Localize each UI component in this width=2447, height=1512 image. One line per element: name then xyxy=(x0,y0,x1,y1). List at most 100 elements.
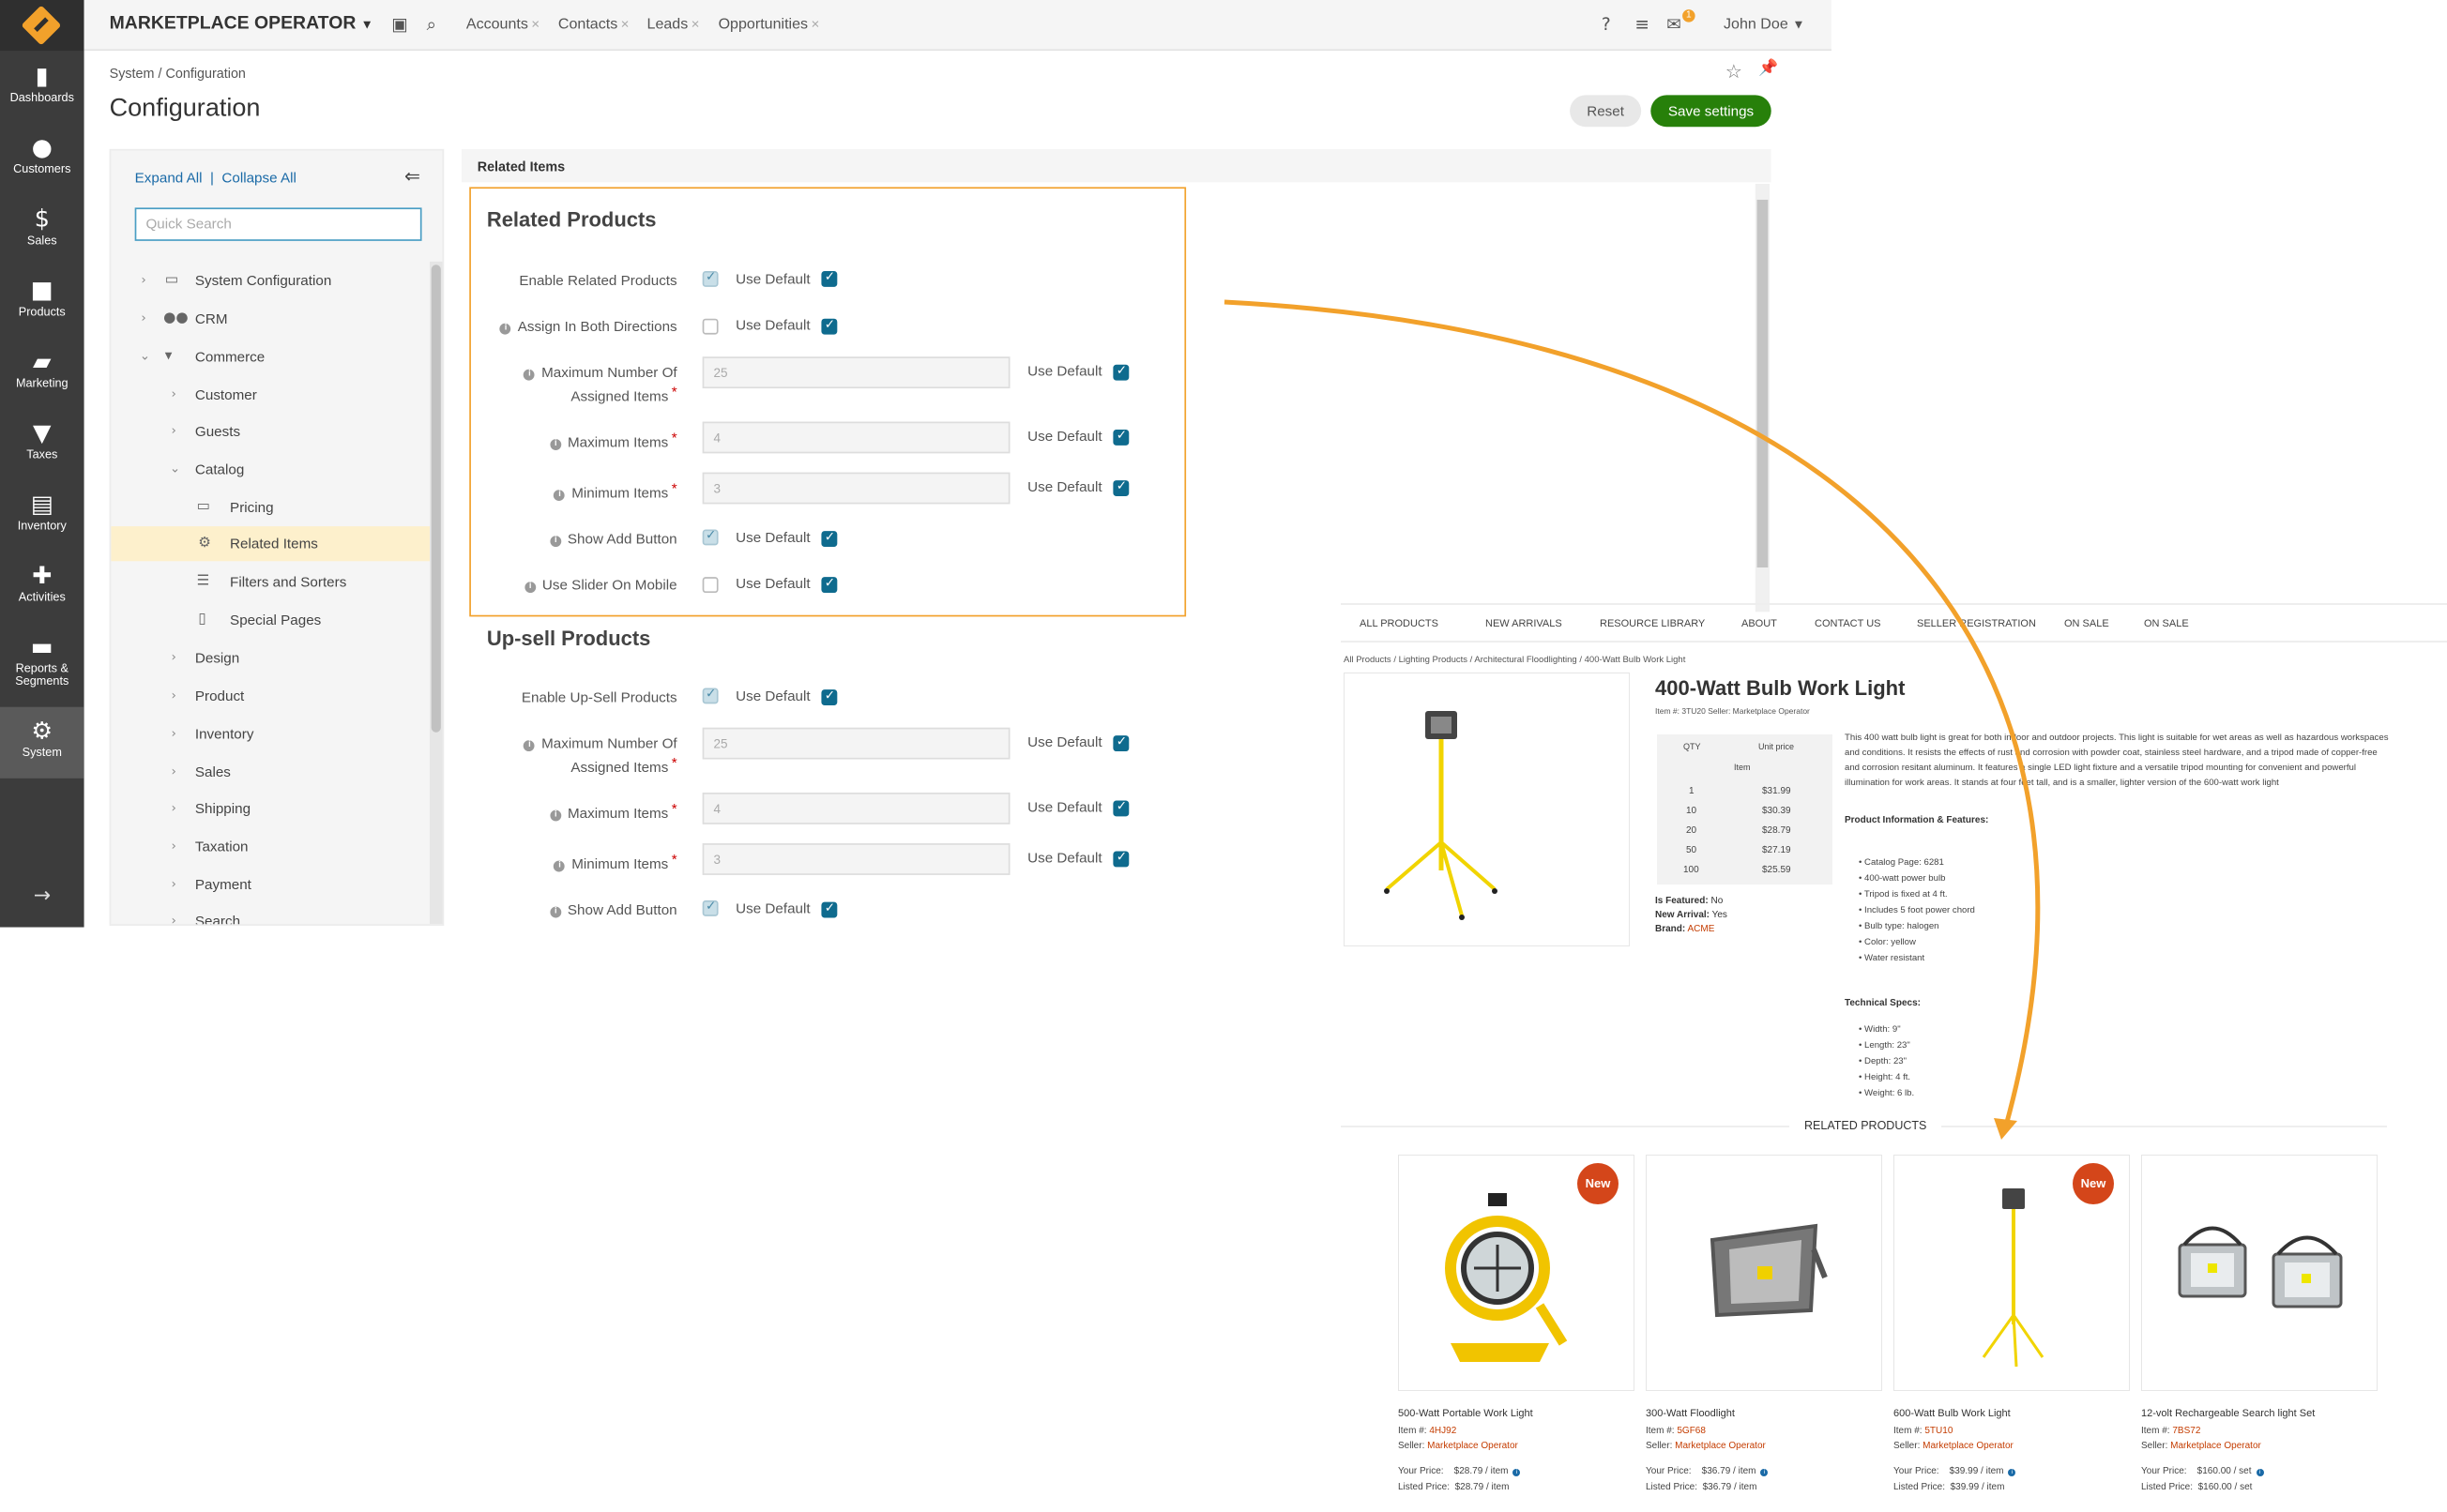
both-directions-checkbox[interactable] xyxy=(702,318,719,335)
use-default-checkbox[interactable] xyxy=(1113,478,1130,496)
star-icon[interactable]: ☆ xyxy=(1725,60,1742,83)
tab-accounts[interactable]: Accounts × xyxy=(466,16,540,34)
nav-inventory[interactable]: ▤ Inventory xyxy=(0,480,84,552)
tree-item-inventory[interactable]: › Inventory xyxy=(111,717,430,751)
store-nav-all-products[interactable]: ALL PRODUCTS xyxy=(1360,618,1438,629)
use-default-checkbox[interactable] xyxy=(821,900,838,918)
inventory-icon: ▤ xyxy=(30,490,53,519)
tree-item-taxation[interactable]: › Taxation xyxy=(111,829,430,864)
use-default-checkbox[interactable] xyxy=(1113,428,1130,446)
user-menu[interactable]: John Doe ▼ xyxy=(1724,16,1805,34)
enable-related-checkbox[interactable] xyxy=(702,269,719,287)
nav-activities[interactable]: ✚ Activities xyxy=(0,552,84,623)
enable-upsell-checkbox[interactable] xyxy=(702,687,719,704)
upsell-max-items-input[interactable]: 4 xyxy=(702,793,1011,824)
info-icon: i xyxy=(550,439,562,450)
tree-item-commerce[interactable]: ⌄ ▾ Commerce xyxy=(111,340,430,374)
mail-icon[interactable]: ✉ xyxy=(1666,14,1681,35)
tree-scrollbar[interactable] xyxy=(429,261,443,925)
min-items-input[interactable]: 3 xyxy=(702,472,1011,505)
tab-contacts[interactable]: Contacts × xyxy=(558,16,630,34)
store-nav-on-sale[interactable]: ON SALE xyxy=(2064,618,2109,629)
tree-item-product[interactable]: › Product xyxy=(111,678,430,713)
nav-marketing[interactable]: ▰ Marketing xyxy=(0,338,84,409)
use-default-checkbox[interactable] xyxy=(1113,850,1130,868)
menu-icon[interactable]: ≡ xyxy=(1634,14,1649,35)
tab-leads[interactable]: Leads × xyxy=(647,16,700,34)
related-product-seller: Seller: Marketplace Operator xyxy=(1893,1441,2014,1451)
related-product-image[interactable]: New xyxy=(1893,1155,2130,1391)
tree-item-search[interactable]: › Search xyxy=(111,903,430,924)
use-default-checkbox[interactable] xyxy=(821,317,838,335)
use-default-checkbox[interactable] xyxy=(821,688,838,706)
organization-switcher[interactable]: MARKETPLACE OPERATOR ▼ xyxy=(110,14,373,33)
use-default-checkbox[interactable] xyxy=(821,269,838,287)
collapse-sidebar-icon[interactable]: ⇐ xyxy=(404,165,420,188)
related-product-name[interactable]: 500-Watt Portable Work Light xyxy=(1398,1408,1533,1419)
max-items-input[interactable]: 4 xyxy=(702,421,1011,454)
nav-sales[interactable]: $ Sales xyxy=(0,195,84,266)
related-product-name[interactable]: 12-volt Rechargeable Search light Set xyxy=(2141,1408,2315,1419)
max-assigned-input[interactable]: 25 xyxy=(702,356,1011,389)
tree-item-pricing[interactable]: ▭ Pricing xyxy=(111,490,430,524)
related-product-image[interactable]: New xyxy=(1398,1155,1634,1391)
store-nav-about[interactable]: ABOUT xyxy=(1741,618,1777,629)
upsell-max-assigned-input[interactable]: 25 xyxy=(702,727,1011,760)
use-default-checkbox[interactable] xyxy=(1113,363,1130,381)
pin-icon[interactable]: 📌 xyxy=(1758,60,1778,78)
help-icon[interactable]: ? xyxy=(1602,14,1611,35)
show-add-checkbox[interactable] xyxy=(702,528,719,546)
brand-link[interactable]: ACME xyxy=(1687,924,1714,934)
collapse-all-link[interactable]: Collapse All xyxy=(221,170,296,186)
store-nav-on-sale-2[interactable]: ON SALE xyxy=(2144,618,2189,629)
reset-button[interactable]: Reset xyxy=(1570,95,1642,128)
tree-item-catalog[interactable]: ⌄ Catalog xyxy=(111,452,430,487)
nav-taxes[interactable]: ▼ Taxes xyxy=(0,409,84,480)
use-default-checkbox[interactable] xyxy=(1113,799,1130,817)
save-settings-button[interactable]: Save settings xyxy=(1650,95,1771,128)
related-product-image[interactable] xyxy=(2141,1155,2378,1391)
nav-system[interactable]: ⚙ System xyxy=(0,706,84,779)
use-default-checkbox[interactable] xyxy=(1113,733,1130,752)
product-image[interactable] xyxy=(1344,673,1630,946)
tree-item-guests[interactable]: › Guests xyxy=(111,414,430,448)
nav-dashboards[interactable]: ▮ Dashboards xyxy=(0,53,84,124)
expand-nav-icon[interactable]: → xyxy=(0,885,84,908)
related-product-name[interactable]: 300-Watt Floodlight xyxy=(1646,1408,1735,1419)
tree-item-sales[interactable]: › Sales xyxy=(111,754,430,789)
store-nav-contact-us[interactable]: CONTACT US xyxy=(1815,618,1881,629)
related-product-name[interactable]: 600-Watt Bulb Work Light xyxy=(1893,1408,2011,1419)
quick-search-input[interactable]: Quick Search xyxy=(134,207,422,241)
upsell-products-title: Up-sell Products xyxy=(486,626,651,650)
upsell-min-items-input[interactable]: 3 xyxy=(702,843,1011,875)
tab-opportunities[interactable]: Opportunities × xyxy=(719,16,820,34)
app-logo[interactable] xyxy=(0,0,84,52)
store-nav-resource-library[interactable]: RESOURCE LIBRARY xyxy=(1600,618,1705,629)
tree-item-customer[interactable]: › Customer xyxy=(111,377,430,412)
tree-item-system-configuration[interactable]: › ▭ System Configuration xyxy=(111,264,430,298)
slider-checkbox[interactable] xyxy=(702,577,719,594)
tree-item-crm[interactable]: › ●● CRM xyxy=(111,301,430,336)
nav-customers[interactable]: ● Customers xyxy=(0,124,84,195)
use-default-checkbox[interactable] xyxy=(821,529,838,548)
tree-item-design[interactable]: › Design xyxy=(111,641,430,675)
use-default-checkbox[interactable] xyxy=(821,575,838,594)
tree-item-payment[interactable]: › Payment xyxy=(111,867,430,901)
expand-all-link[interactable]: Expand All xyxy=(135,170,203,186)
image-icon[interactable]: ▣ xyxy=(391,14,408,35)
close-icon: × xyxy=(691,15,700,32)
search-icon[interactable]: ⌕ xyxy=(427,14,436,37)
tree-item-filters-and-sorters[interactable]: ☰ Filters and Sorters xyxy=(111,565,430,599)
store-nav-seller-registration[interactable]: SELLER REGISTRATION xyxy=(1917,618,2036,629)
store-nav-new-arrivals[interactable]: NEW ARRIVALS xyxy=(1485,618,1562,629)
section-header: Related Items xyxy=(461,148,1771,183)
nav-products[interactable]: ■ Products xyxy=(0,266,84,338)
nav-reports[interactable]: ▬ Reports & Segments xyxy=(0,623,84,703)
upsell-show-add-checkbox[interactable] xyxy=(702,899,719,916)
tree-item-special-pages[interactable]: ▯ Special Pages xyxy=(111,602,430,637)
tree-item-shipping[interactable]: › Shipping xyxy=(111,791,430,825)
tree-item-related-items[interactable]: ⚙ Related Items xyxy=(111,526,430,562)
content-scrollbar[interactable] xyxy=(1755,184,1771,612)
store-navigation: ALL PRODUCTS NEW ARRIVALS RESOURCE LIBRA… xyxy=(1341,603,2447,643)
related-product-image[interactable] xyxy=(1646,1155,1882,1391)
